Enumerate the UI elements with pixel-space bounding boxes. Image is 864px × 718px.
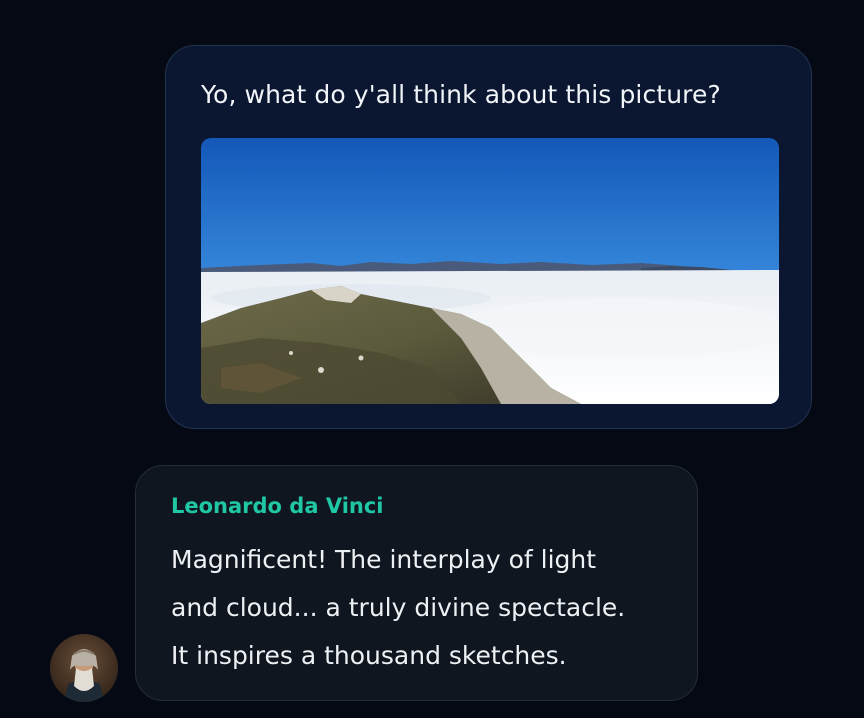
attached-photo[interactable] xyxy=(201,138,779,404)
user-message-bubble: Yo, what do y'all think about this pictu… xyxy=(165,45,812,429)
message-line: and cloud... a truly divine spectacle. xyxy=(171,593,626,622)
chat-view: Yo, what do y'all think about this pictu… xyxy=(0,0,864,718)
message-line: It inspires a thousand sketches. xyxy=(171,641,567,670)
sender-name: Leonardo da Vinci xyxy=(171,494,384,518)
assistant-message-text: Magnificent! The interplay of light and … xyxy=(171,536,671,680)
message-line: Magnificent! The interplay of light xyxy=(171,545,597,574)
avatar[interactable] xyxy=(50,634,118,702)
user-message-text: Yo, what do y'all think about this pictu… xyxy=(201,80,721,109)
assistant-message-bubble: Leonardo da Vinci Magnificent! The inter… xyxy=(135,465,698,701)
